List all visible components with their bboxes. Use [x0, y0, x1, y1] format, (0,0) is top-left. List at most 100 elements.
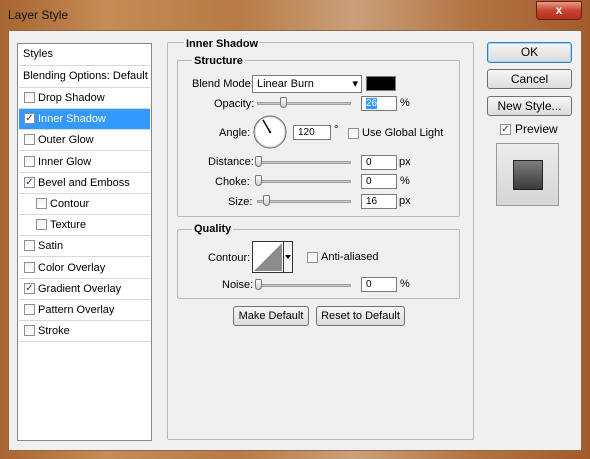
style-item-checkbox[interactable] — [24, 304, 35, 315]
style-item-texture[interactable]: Texture — [19, 215, 150, 237]
style-item-label: Inner Shadow — [38, 113, 106, 126]
distance-label: Distance: — [208, 156, 254, 168]
distance-unit: px — [399, 156, 411, 168]
angle-dial-icon — [253, 115, 287, 149]
quality-title: Quality — [192, 223, 234, 235]
choke-input[interactable]: 0 — [361, 174, 397, 189]
preview-label: Preview — [515, 122, 558, 136]
style-item-label: Outer Glow — [38, 134, 94, 147]
noise-input[interactable]: 0 — [361, 277, 397, 292]
noise-slider-track[interactable] — [255, 284, 351, 287]
noise-unit: % — [400, 278, 410, 290]
quality-group — [177, 229, 460, 299]
style-item-checkbox[interactable] — [36, 219, 47, 231]
styles-header-label: Styles — [23, 48, 53, 60]
blend-mode-select[interactable]: Linear Burn ▾ — [252, 75, 362, 93]
angle-unit: ° — [334, 124, 339, 136]
contour-picker[interactable] — [252, 241, 294, 273]
ok-button[interactable]: OK — [487, 42, 572, 63]
style-item-checkbox[interactable]: ✓ — [24, 282, 35, 294]
style-item-outer-glow[interactable]: Outer Glow — [19, 130, 150, 152]
style-item-inner-shadow[interactable]: ✓ Inner Shadow — [19, 109, 150, 131]
distance-slider-thumb[interactable] — [255, 156, 262, 167]
noise-label: Noise: — [222, 279, 254, 291]
contour-curve-icon — [252, 241, 293, 273]
choke-unit: % — [400, 175, 410, 187]
distance-input[interactable]: 0 — [361, 155, 397, 170]
make-default-label: Make Default — [238, 310, 304, 322]
close-button[interactable]: x — [536, 1, 582, 20]
anti-aliased-checkbox[interactable] — [307, 252, 318, 263]
ok-label: OK — [520, 45, 539, 59]
angle-value: 120 — [298, 127, 315, 138]
style-item-inner-glow[interactable]: Inner Glow — [19, 152, 150, 173]
use-global-light-label: Use Global Light — [362, 127, 444, 139]
size-input[interactable]: 16 — [361, 194, 397, 209]
style-item-label: Color Overlay — [38, 261, 106, 274]
use-global-light-checkbox[interactable] — [348, 128, 359, 139]
cancel-button[interactable]: Cancel — [487, 69, 572, 89]
distance-slider-track[interactable] — [255, 161, 351, 164]
reset-to-default-button[interactable]: Reset to Default — [316, 306, 405, 326]
noise-value: 0 — [366, 279, 372, 290]
opacity-input[interactable]: 26 — [361, 96, 397, 111]
preview-checkbox[interactable]: ✓ — [500, 124, 511, 135]
style-item-label: Texture — [50, 219, 87, 232]
reset-to-default-label: Reset to Default — [321, 310, 400, 322]
style-item-checkbox[interactable] — [24, 261, 35, 273]
style-item-checkbox[interactable] — [24, 92, 35, 103]
style-item-label: Gradient Overlay — [38, 282, 122, 295]
style-item-label: Stroke — [38, 325, 70, 338]
contour-label: Contour: — [208, 252, 251, 264]
styles-header[interactable]: Styles — [19, 44, 150, 66]
style-item-label: Pattern Overlay — [38, 304, 115, 316]
make-default-button[interactable]: Make Default — [233, 306, 309, 326]
style-item-checkbox[interactable] — [24, 325, 35, 337]
style-item-label: Drop Shadow — [38, 92, 105, 104]
style-item-pattern-overlay[interactable]: Pattern Overlay — [19, 300, 150, 321]
new-style-button[interactable]: New Style... — [487, 96, 572, 116]
style-preview — [496, 143, 559, 206]
choke-slider-thumb[interactable] — [255, 175, 262, 186]
angle-input[interactable]: 120 — [293, 125, 331, 140]
noise-slider-thumb[interactable] — [255, 279, 262, 290]
choke-slider-track[interactable] — [255, 180, 351, 183]
size-slider-track[interactable] — [257, 200, 351, 203]
blend-mode-label: Blend Mode: — [192, 78, 254, 90]
style-item-drop-shadow[interactable]: Drop Shadow — [19, 88, 150, 109]
style-item-stroke[interactable]: Stroke — [19, 321, 150, 343]
style-item-color-overlay[interactable]: Color Overlay — [19, 258, 150, 279]
style-item-bevel-and-emboss[interactable]: ✓ Bevel and Emboss — [19, 173, 150, 194]
style-item-checkbox[interactable]: ✓ — [24, 176, 35, 188]
close-icon: x — [555, 3, 563, 17]
style-item-label: Inner Glow — [38, 155, 92, 168]
blend-color-swatch[interactable] — [366, 76, 396, 91]
size-slider-thumb[interactable] — [262, 195, 270, 206]
inner-shadow-title: Inner Shadow — [184, 38, 261, 50]
style-item-satin[interactable]: Satin — [19, 236, 150, 258]
blending-options-item[interactable]: Blending Options: Default — [19, 66, 150, 88]
style-item-checkbox[interactable] — [36, 198, 47, 209]
window-title: Layer Style — [8, 8, 69, 22]
style-item-checkbox[interactable] — [24, 240, 35, 252]
size-label: Size: — [228, 196, 253, 208]
style-item-gradient-overlay[interactable]: ✓ Gradient Overlay — [19, 279, 150, 300]
style-item-checkbox[interactable] — [24, 134, 35, 146]
cancel-label: Cancel — [510, 72, 549, 86]
opacity-value: 26 — [366, 98, 378, 109]
new-style-label: New Style... — [497, 99, 562, 113]
angle-label: Angle: — [219, 127, 251, 139]
opacity-slider-track[interactable] — [257, 102, 351, 105]
style-item-checkbox[interactable] — [24, 155, 35, 167]
size-value: 16 — [366, 196, 378, 207]
blending-options-label: Blending Options: Default — [23, 70, 148, 82]
distance-value: 0 — [366, 157, 372, 168]
title-bar[interactable]: Layer Style x — [0, 0, 590, 30]
style-item-contour[interactable]: Contour — [19, 194, 150, 215]
style-item-checkbox[interactable]: ✓ — [24, 113, 35, 125]
opacity-unit: % — [400, 97, 410, 109]
choke-value: 0 — [366, 176, 372, 187]
opacity-slider-thumb[interactable] — [279, 97, 287, 108]
angle-dial[interactable] — [253, 115, 287, 149]
choke-label: Choke: — [215, 176, 250, 188]
